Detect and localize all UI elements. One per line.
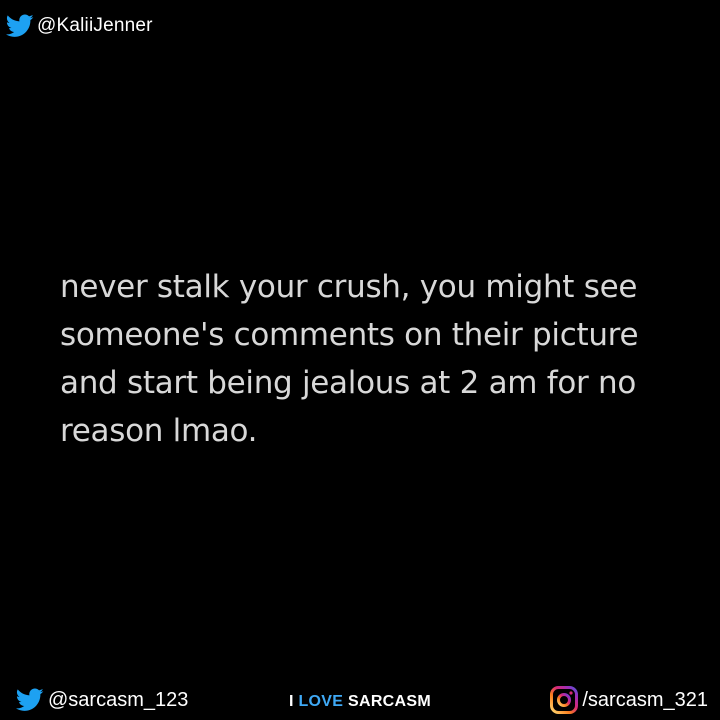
brand-word-i: I: [288, 693, 294, 710]
author-handle[interactable]: @KaliiJenner: [37, 15, 153, 37]
instagram-icon: [550, 686, 579, 714]
brand-word-love: LOVE: [298, 693, 344, 710]
tweet-author: @KaliiJenner: [6, 14, 153, 38]
footer-instagram[interactable]: /sarcasm_321: [550, 686, 708, 714]
brand-word-sarcasm: SARCASM: [348, 693, 431, 710]
tweet-text: never stalk your crush, you might see so…: [60, 269, 639, 449]
twitter-bird-icon: [6, 14, 34, 37]
instagram-handle: /sarcasm_321: [582, 688, 708, 711]
